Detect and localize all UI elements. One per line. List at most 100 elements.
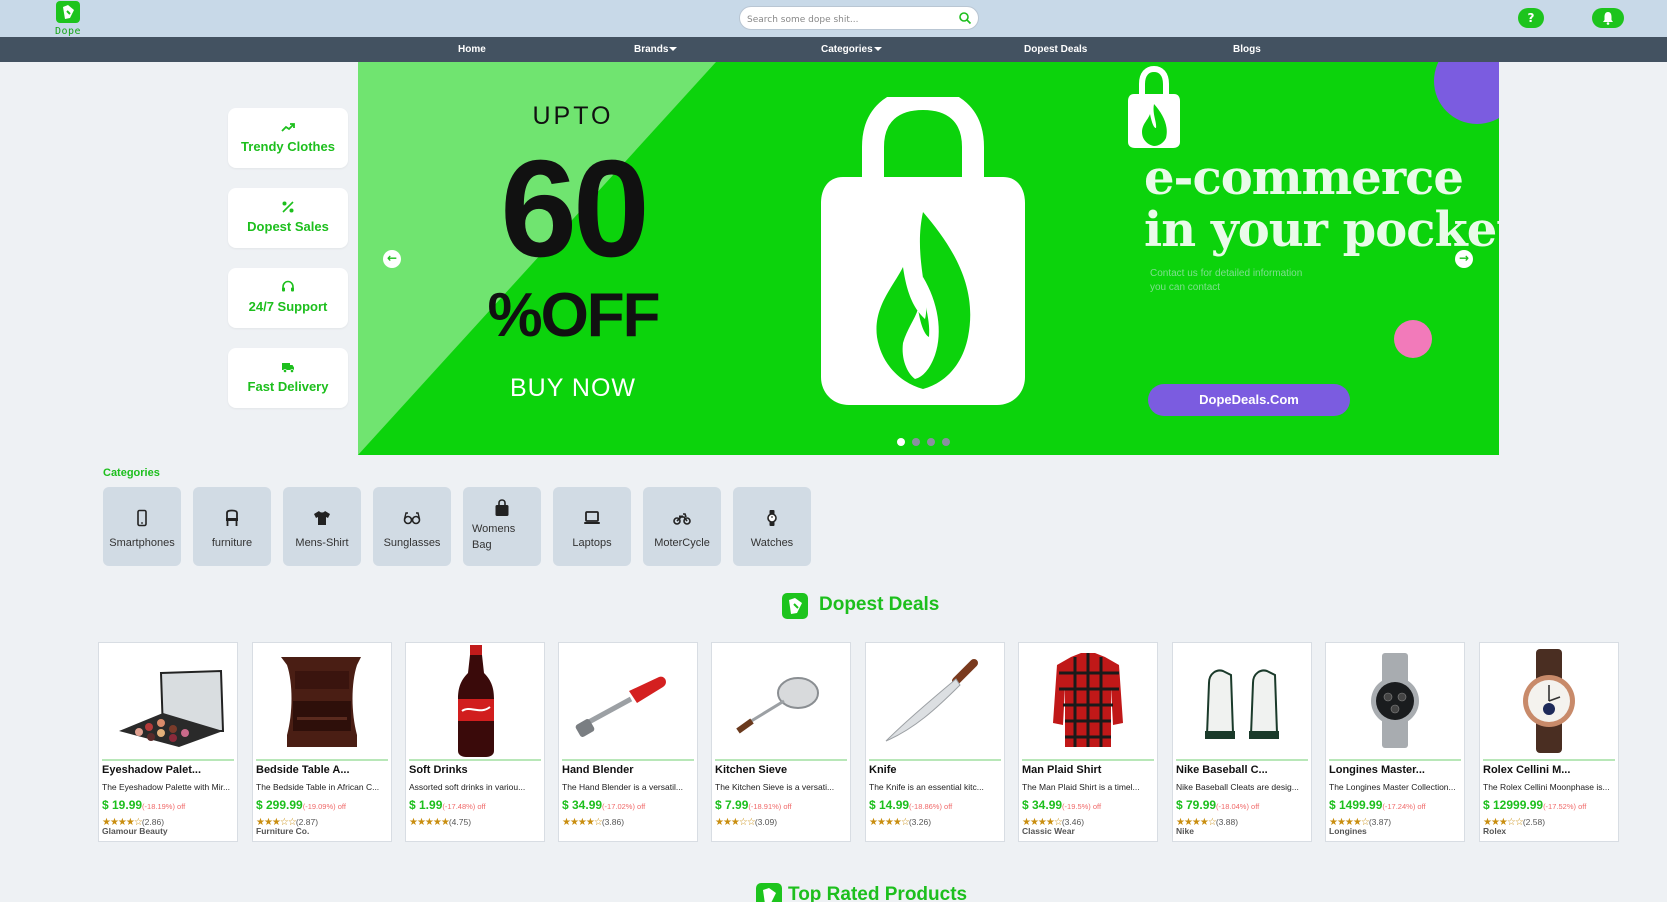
category-smartphones[interactable]: Smartphones xyxy=(103,487,181,566)
banner-headline-line1: e-commerce xyxy=(1144,150,1464,206)
feature-dopest-sales[interactable]: Dopest Sales xyxy=(228,188,348,248)
product-name[interactable]: Rolex Cellini M... xyxy=(1483,764,1617,776)
category-laptops[interactable]: Laptops xyxy=(553,487,631,566)
feature-trendy-clothes[interactable]: Trendy Clothes xyxy=(228,108,348,168)
banner-buy-now[interactable]: BUY NOW xyxy=(458,374,688,403)
product-name[interactable]: Kitchen Sieve xyxy=(715,764,849,776)
card-divider xyxy=(1176,759,1308,761)
carousel-next-arrow-icon[interactable]: → xyxy=(1455,250,1473,268)
category-womens-bag[interactable]: Womens Bag xyxy=(463,487,541,566)
product-brand: Rolex xyxy=(1483,826,1507,836)
product-card[interactable]: Soft Drinks Assorted soft drinks in vari… xyxy=(405,642,545,842)
carousel-dot[interactable] xyxy=(927,438,935,446)
star-rating-icon: ★★★★★ xyxy=(409,817,450,828)
carousel-indicators xyxy=(897,438,957,446)
product-rating-row: ★★★☆☆(3.09) xyxy=(715,812,777,830)
carousel-prev-arrow-icon[interactable]: ← xyxy=(383,250,401,268)
product-card[interactable]: Man Plaid Shirt The Man Plaid Shirt is a… xyxy=(1018,642,1158,842)
product-price: $ 12999.99 xyxy=(1483,798,1544,812)
help-button[interactable]: ? xyxy=(1518,8,1544,28)
search-icon[interactable] xyxy=(958,11,972,25)
category-mens-shirt[interactable]: Mens-Shirt xyxy=(283,487,361,566)
bell-icon xyxy=(1603,12,1613,25)
feature-label: Fast Delivery xyxy=(247,379,329,394)
carousel-dot[interactable] xyxy=(897,438,905,446)
product-rating: (4.75) xyxy=(448,817,472,827)
product-card[interactable]: Rolex Cellini M... The Rolex Cellini Moo… xyxy=(1479,642,1619,842)
feature-support[interactable]: 24/7 Support xyxy=(228,268,348,328)
laptop-icon xyxy=(584,511,600,524)
hero-banner[interactable]: UPTO 60 %OFF BUY NOW e-commerce in your … xyxy=(358,62,1499,455)
product-name[interactable]: Man Plaid Shirt xyxy=(1022,764,1156,776)
nav-dopest-deals[interactable]: Dopest Deals xyxy=(1024,37,1087,62)
category-furniture[interactable]: furniture xyxy=(193,487,271,566)
product-discount: (-19.09%) off xyxy=(302,802,346,811)
product-name[interactable]: Eyeshadow Palet... xyxy=(102,764,236,776)
product-price: $ 299.99 xyxy=(256,798,303,812)
main-nav: Home Brands Categories Dopest Deals Blog… xyxy=(0,37,1667,62)
feature-fast-delivery[interactable]: Fast Delivery xyxy=(228,348,348,408)
nav-home-label: Home xyxy=(458,44,486,55)
banner-headline-line2: in your pocket xyxy=(1144,202,1499,258)
product-name[interactable]: Bedside Table A... xyxy=(256,764,390,776)
nav-brands[interactable]: Brands xyxy=(634,37,678,62)
product-name[interactable]: Knife xyxy=(869,764,1003,776)
product-rating: (3.87) xyxy=(1368,817,1392,827)
product-discount: (-18.86%) off xyxy=(909,802,953,811)
search-input[interactable] xyxy=(747,9,947,31)
product-price: $ 1499.99 xyxy=(1329,798,1383,812)
product-card[interactable]: Nike Baseball C... Nike Baseball Cleats … xyxy=(1172,642,1312,842)
shopping-bag-flame-icon xyxy=(821,97,1025,405)
product-discount: (-18.19%) off xyxy=(142,802,186,811)
product-rating: (3.09) xyxy=(754,817,778,827)
category-motorcycle[interactable]: MoterCycle xyxy=(643,487,721,566)
product-discount: (-17.02%) off xyxy=(602,802,646,811)
top-rated-logo-icon xyxy=(756,883,782,902)
chair-icon xyxy=(226,509,238,526)
product-card[interactable]: Hand Blender The Hand Blender is a versa… xyxy=(558,642,698,842)
banner-cta-button[interactable]: DopeDeals.Com xyxy=(1148,384,1350,416)
product-description: The Longines Master Collection... xyxy=(1329,782,1456,792)
banner-off: %OFF xyxy=(487,281,660,350)
product-discount: (-18.91%) off xyxy=(748,802,792,811)
site-logo[interactable]: Dope Deals xyxy=(38,0,98,48)
notifications-button[interactable] xyxy=(1592,8,1624,28)
category-sunglasses[interactable]: Sunglasses xyxy=(373,487,451,566)
product-name[interactable]: Longines Master... xyxy=(1329,764,1463,776)
product-name[interactable]: Nike Baseball C... xyxy=(1176,764,1310,776)
product-name[interactable]: Soft Drinks xyxy=(409,764,543,776)
banner-subtext-line1: Contact us for detailed information xyxy=(1150,268,1303,279)
motorcycle-icon xyxy=(673,513,691,525)
product-brand: Longines xyxy=(1329,826,1367,836)
product-rating: (3.26) xyxy=(908,817,932,827)
product-card[interactable]: Bedside Table A... The Bedside Table in … xyxy=(252,642,392,842)
product-brand: Classic Wear xyxy=(1022,826,1075,836)
product-rating: (2.58) xyxy=(1522,817,1546,827)
card-divider xyxy=(869,759,1001,761)
category-watches[interactable]: Watches xyxy=(733,487,811,566)
deals-title: Dopest Deals xyxy=(819,594,940,615)
card-divider xyxy=(562,759,694,761)
carousel-dot[interactable] xyxy=(942,438,950,446)
nav-categories[interactable]: Categories xyxy=(821,37,882,62)
product-rating-row: ★★★★☆(3.26) xyxy=(869,812,931,830)
banner-percent: 60 xyxy=(500,132,650,286)
product-card[interactable]: Knife The Knife is an essential kitc... … xyxy=(865,642,1005,842)
product-card[interactable]: Longines Master... The Longines Master C… xyxy=(1325,642,1465,842)
category-label: furniture xyxy=(211,537,253,549)
nav-home[interactable]: Home xyxy=(458,37,486,62)
product-image xyxy=(1523,649,1575,753)
brand-bag-icon xyxy=(1128,66,1180,148)
headset-icon xyxy=(282,280,294,292)
product-description: The Man Plaid Shirt is a timel... xyxy=(1022,782,1140,792)
product-card[interactable]: Kitchen Sieve The Kitchen Sieve is a ver… xyxy=(711,642,851,842)
product-card[interactable]: Eyeshadow Palet... The Eyeshadow Palette… xyxy=(98,642,238,842)
carousel-dot[interactable] xyxy=(912,438,920,446)
product-rating: (3.88) xyxy=(1215,817,1239,827)
product-name[interactable]: Hand Blender xyxy=(562,764,696,776)
product-image xyxy=(281,657,361,747)
banner-subtext: Contact us for detailed information you … xyxy=(1150,267,1340,295)
product-image xyxy=(1205,669,1279,739)
nav-blogs[interactable]: Blogs xyxy=(1233,37,1261,62)
product-image xyxy=(119,669,225,747)
